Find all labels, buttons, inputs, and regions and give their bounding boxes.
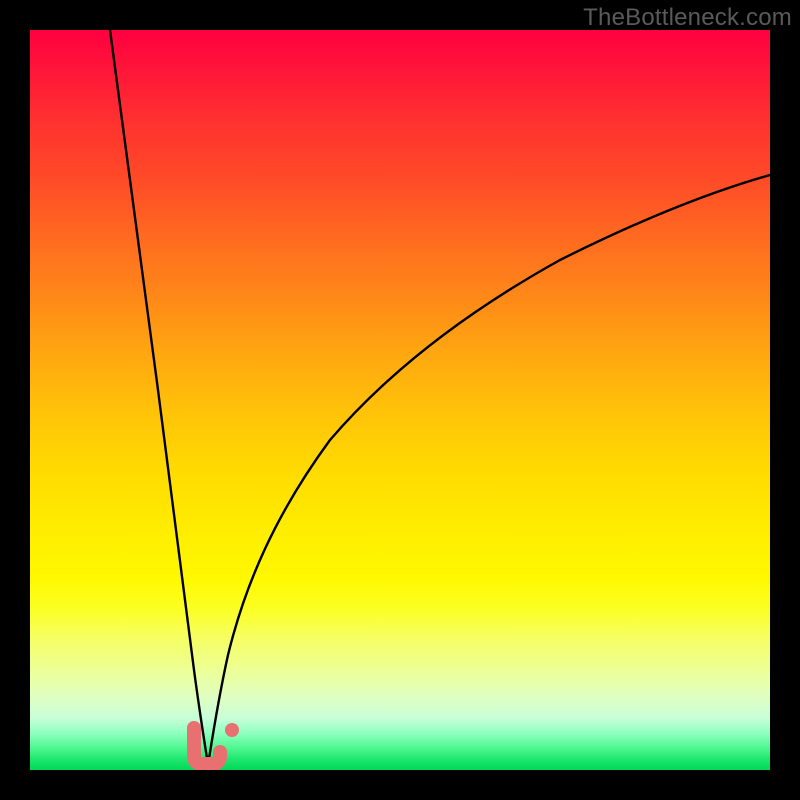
trough-marker-dot [225,723,239,737]
curve-right-branch [208,175,770,765]
watermark-text: TheBottleneck.com [583,4,792,32]
trough-marker [194,728,220,764]
chart-frame [30,30,770,770]
bottleneck-curve-plot [30,30,770,770]
curve-left-branch [110,30,208,765]
